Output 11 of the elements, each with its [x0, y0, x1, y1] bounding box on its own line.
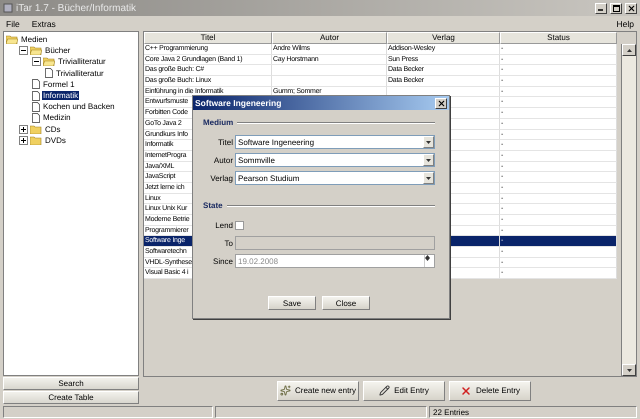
field-label: Verlag: [209, 174, 233, 182]
window-title: iTar 1.7 - Bücher/Informatik: [16, 2, 138, 14]
dialog-title: Software Ingeneering: [195, 98, 282, 108]
field-label: Titel: [217, 138, 233, 146]
field-label: Since: [212, 256, 233, 266]
section-heading: Medium: [203, 118, 234, 127]
entry-count: 22 Entries: [433, 408, 470, 416]
field-label: Lend: [214, 220, 233, 230]
field-label: To: [224, 238, 233, 248]
field-label: Autor: [212, 156, 233, 164]
section-heading: State: [203, 201, 223, 210]
